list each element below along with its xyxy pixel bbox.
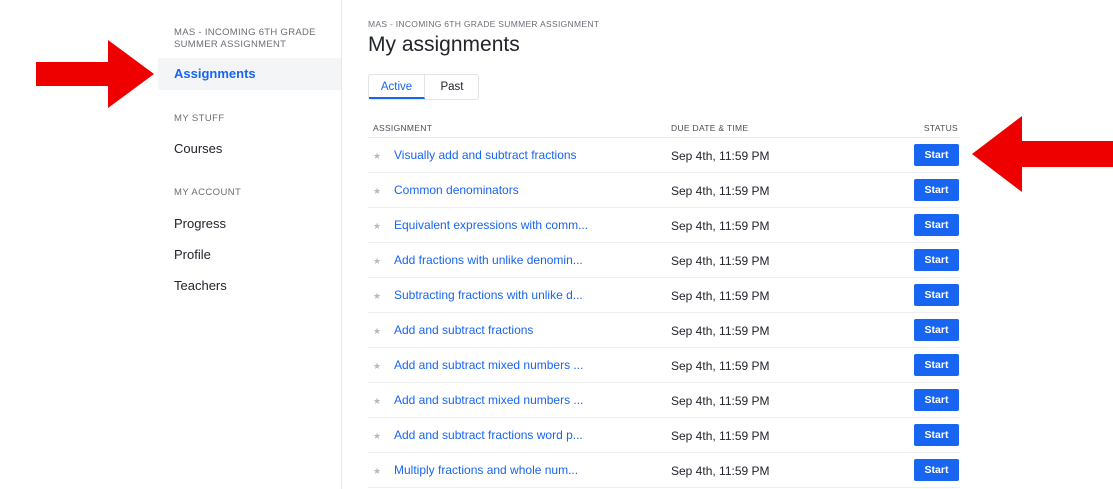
start-button[interactable]: Start xyxy=(914,179,959,201)
due-date: Sep 4th, 11:59 PM xyxy=(671,324,770,338)
sidebar: MAS - INCOMING 6TH GRADE SUMMER ASSIGNME… xyxy=(158,0,341,489)
sidebar-item-profile[interactable]: Profile xyxy=(174,247,211,262)
breadcrumb: MAS - INCOMING 6TH GRADE SUMMER ASSIGNME… xyxy=(368,19,600,29)
table-row: ★ Common denominators Sep 4th, 11:59 PM Sta… xyxy=(368,173,960,208)
start-button[interactable]: Start xyxy=(914,144,959,166)
section-heading-my-account: MY ACCOUNT xyxy=(174,187,242,198)
sidebar-item-courses[interactable]: Courses xyxy=(174,141,222,156)
star-icon: ★ xyxy=(373,466,382,476)
assignment-link[interactable]: Subtracting fractions with unlike d... xyxy=(394,288,583,302)
star-icon: ★ xyxy=(373,291,382,301)
assignment-link[interactable]: Equivalent expressions with comm... xyxy=(394,218,588,232)
due-date: Sep 4th, 11:59 PM xyxy=(671,184,770,198)
table-row: ★ Add and subtract mixed numbers ... Sep 4… xyxy=(368,348,960,383)
sidebar-item-assignments[interactable]: Assignments xyxy=(158,58,341,90)
star-icon: ★ xyxy=(373,186,382,196)
start-button[interactable]: Start xyxy=(914,354,959,376)
due-date: Sep 4th, 11:59 PM xyxy=(671,289,770,303)
section-heading-my-stuff: MY STUFF xyxy=(174,113,225,124)
star-icon: ★ xyxy=(373,361,382,371)
main-content: MAS - INCOMING 6TH GRADE SUMMER ASSIGNME… xyxy=(368,0,960,489)
table-row: ★ Equivalent expressions with comm... Sep … xyxy=(368,208,960,243)
star-icon: ★ xyxy=(373,326,382,336)
sidebar-item-progress[interactable]: Progress xyxy=(174,216,226,231)
assignment-tabs: Active Past xyxy=(368,74,479,100)
assignment-link[interactable]: Multiply fractions and whole num... xyxy=(394,463,578,477)
page-title: My assignments xyxy=(368,33,520,56)
start-button[interactable]: Start xyxy=(914,284,959,306)
due-date: Sep 4th, 11:59 PM xyxy=(671,149,770,163)
table-row: ★ Add and subtract mixed numbers ... Sep 4… xyxy=(368,383,960,418)
assignment-link[interactable]: Add and subtract mixed numbers ... xyxy=(394,358,583,372)
start-button[interactable]: Start xyxy=(914,214,959,236)
table-row: ★ Add fractions with unlike denomin... Sep… xyxy=(368,243,960,278)
assignment-link[interactable]: Add and subtract fractions word p... xyxy=(394,428,583,442)
arrow-right-icon xyxy=(36,40,154,108)
sidebar-item-teachers[interactable]: Teachers xyxy=(174,278,227,293)
star-icon: ★ xyxy=(373,396,382,406)
class-name: MAS - INCOMING 6TH GRADE SUMMER ASSIGNME… xyxy=(174,27,316,50)
table-row: ★ Multiply fractions and whole num... Sep … xyxy=(368,453,960,488)
star-icon: ★ xyxy=(373,256,382,266)
tab-past[interactable]: Past xyxy=(425,75,479,99)
due-date: Sep 4th, 11:59 PM xyxy=(671,359,770,373)
sidebar-divider xyxy=(341,0,342,489)
table-row: ★ Visually add and subtract fractions Sep … xyxy=(368,138,960,173)
assignment-link[interactable]: Add and subtract fractions xyxy=(394,323,533,337)
due-date: Sep 4th, 11:59 PM xyxy=(671,464,770,478)
due-date: Sep 4th, 11:59 PM xyxy=(671,219,770,233)
start-button[interactable]: Start xyxy=(914,249,959,271)
column-header-assignment: ASSIGNMENT xyxy=(373,123,433,133)
due-date: Sep 4th, 11:59 PM xyxy=(671,429,770,443)
start-button[interactable]: Start xyxy=(914,424,959,446)
column-header-due-date: DUE DATE & TIME xyxy=(671,123,749,133)
table-row: ★ Add and subtract fractions Sep 4th, 11:5… xyxy=(368,313,960,348)
tab-active[interactable]: Active xyxy=(369,75,425,99)
star-icon: ★ xyxy=(373,151,382,161)
start-button[interactable]: Start xyxy=(914,389,959,411)
assignment-link[interactable]: Common denominators xyxy=(394,183,519,197)
due-date: Sep 4th, 11:59 PM xyxy=(671,254,770,268)
start-button[interactable]: Start xyxy=(914,319,959,341)
start-button[interactable]: Start xyxy=(914,459,959,481)
star-icon: ★ xyxy=(373,221,382,231)
assignment-link[interactable]: Add and subtract mixed numbers ... xyxy=(394,393,583,407)
table-row: ★ Subtracting fractions with unlike d... S… xyxy=(368,278,960,313)
arrow-left-icon xyxy=(972,116,1113,192)
assignment-link[interactable]: Visually add and subtract fractions xyxy=(394,148,577,162)
sidebar-item-label: Assignments xyxy=(174,66,256,81)
column-header-status: STATUS xyxy=(923,123,958,133)
assignment-link[interactable]: Add fractions with unlike denomin... xyxy=(394,253,583,267)
due-date: Sep 4th, 11:59 PM xyxy=(671,394,770,408)
table-row: ★ Add and subtract fractions word p... Sep… xyxy=(368,418,960,453)
star-icon: ★ xyxy=(373,431,382,441)
